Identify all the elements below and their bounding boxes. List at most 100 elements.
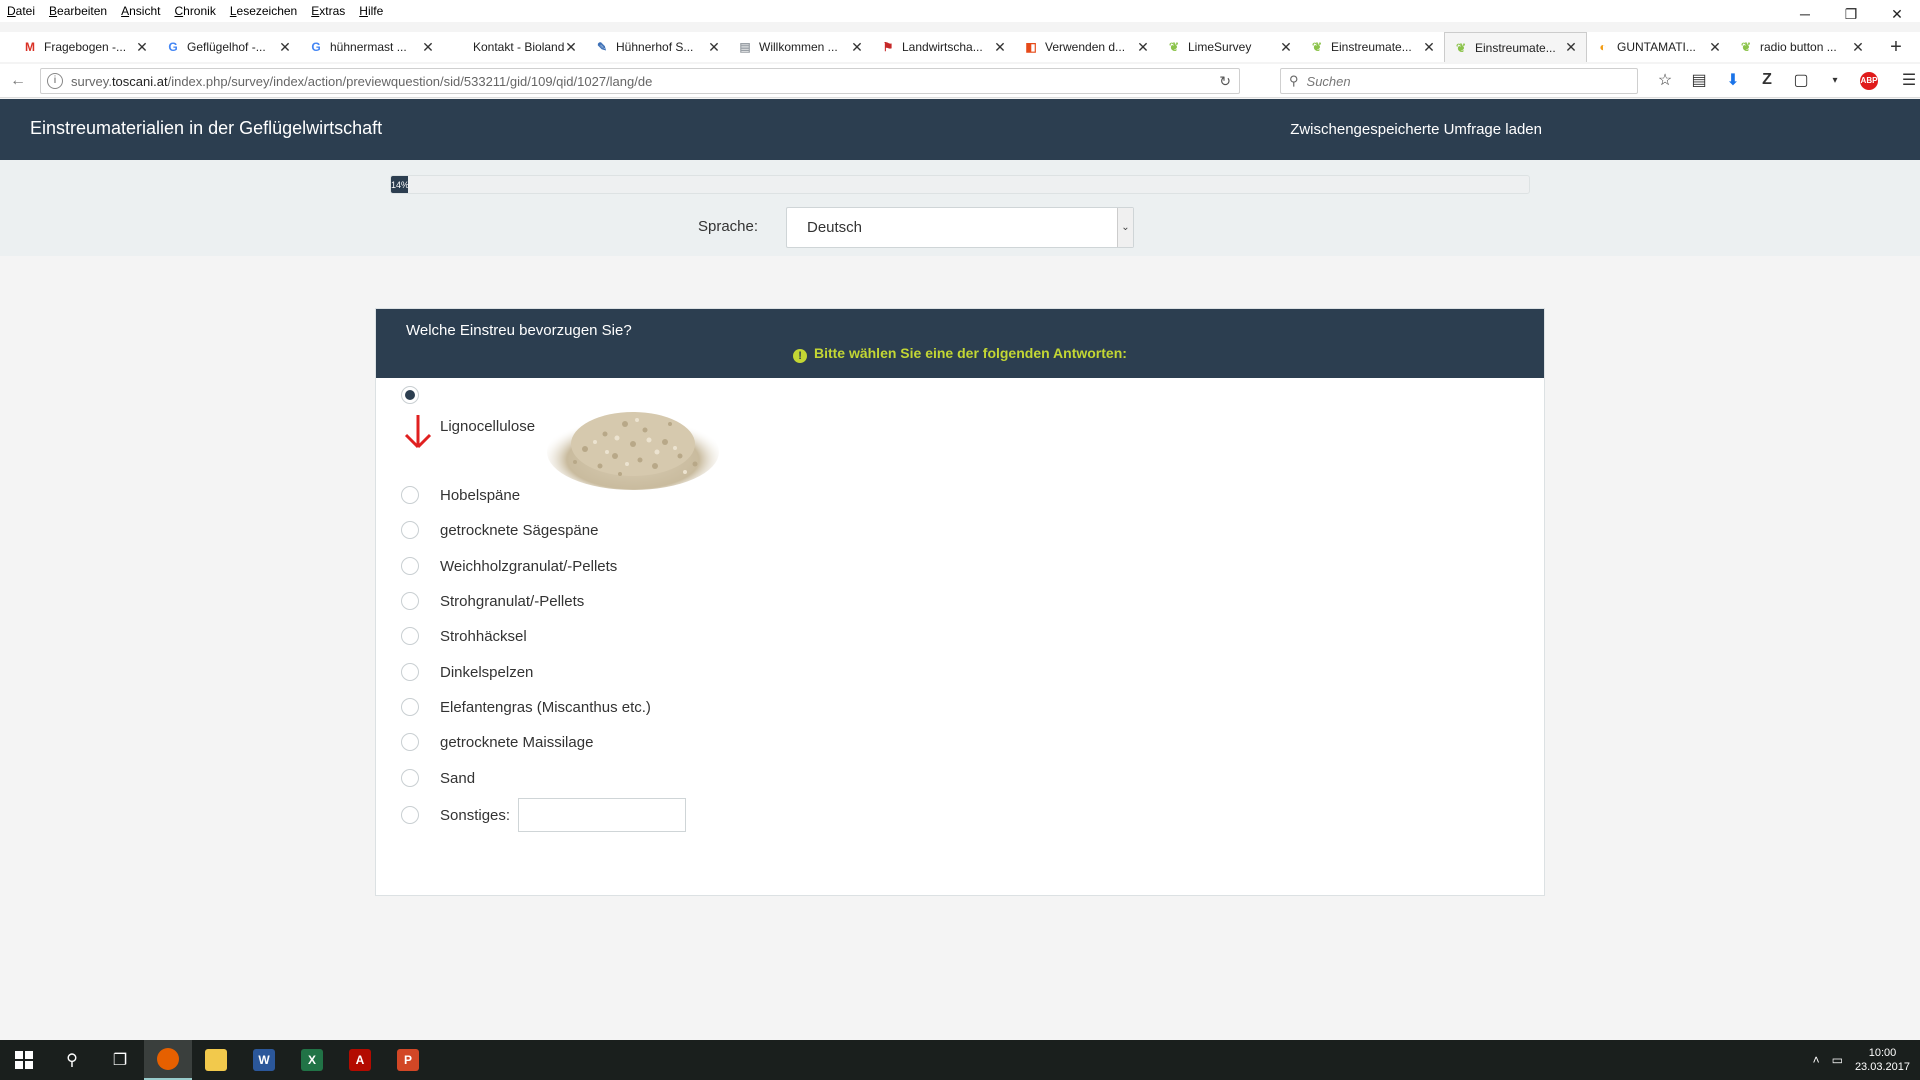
download-icon[interactable]: ⬇	[1716, 70, 1750, 90]
radio-button[interactable]	[401, 557, 419, 575]
answer-option-label[interactable]: Sonstiges:	[440, 807, 510, 824]
clock[interactable]: 10:00 23.03.2017	[1855, 1046, 1910, 1074]
close-tab-icon[interactable]: ✕	[1708, 39, 1722, 56]
browser-tab[interactable]: ◧ Verwenden d... ✕	[1015, 32, 1158, 62]
task-view-icon[interactable]: ❐	[96, 1040, 144, 1080]
close-tab-icon[interactable]: ✕	[707, 39, 721, 56]
load-saved-survey-link[interactable]: Zwischengespeicherte Umfrage laden	[1290, 121, 1542, 138]
hamburger-menu-icon[interactable]: ☰	[1892, 70, 1920, 90]
url-bar[interactable]: i survey. toscani.at/index.php/survey/ind…	[40, 68, 1240, 94]
menu-lesezeichen[interactable]: Lesezeichen	[223, 4, 304, 18]
minimize-icon[interactable]: ─	[1782, 0, 1828, 28]
close-tab-icon[interactable]: ✕	[1136, 39, 1150, 56]
close-tab-icon[interactable]: ✕	[850, 39, 864, 56]
radio-button[interactable]	[401, 733, 419, 751]
browser-tab[interactable]: ✎ Hühnerhof S... ✕	[586, 32, 729, 62]
close-tab-icon[interactable]: ✕	[278, 39, 292, 56]
answer-option-label[interactable]: Dinkelspelzen	[440, 664, 533, 681]
answer-option-label[interactable]: Elefantengras (Miscanthus etc.)	[440, 699, 651, 716]
word-icon[interactable]: W	[240, 1040, 288, 1080]
browser-tab[interactable]: ❦ radio button ... ✕	[1730, 32, 1873, 62]
chevron-down-icon[interactable]: ⌄	[1117, 208, 1133, 247]
answer-option[interactable]: Lignocellulose	[401, 382, 535, 435]
language-select[interactable]: Deutsch ⌄	[786, 207, 1134, 248]
radio-button[interactable]	[401, 486, 419, 504]
excel-icon[interactable]: X	[288, 1040, 336, 1080]
browser-tab[interactable]: Ghühnermast ... ✕	[300, 32, 443, 62]
answer-option[interactable]: getrocknete Maissilage	[401, 729, 593, 755]
menu-bearbeiten[interactable]: Bearbeiten	[42, 4, 114, 18]
close-window-icon[interactable]: ✕	[1874, 0, 1920, 28]
browser-tab[interactable]: ❦ LimeSurvey ✕	[1158, 32, 1301, 62]
answer-option-label[interactable]: getrocknete Sägespäne	[440, 522, 598, 539]
new-tab-icon[interactable]: +	[1881, 32, 1911, 62]
answer-option[interactable]: Hobelspäne	[401, 482, 520, 508]
close-tab-icon[interactable]: ✕	[1279, 39, 1293, 56]
powerpoint-icon[interactable]: P	[384, 1040, 432, 1080]
answer-option[interactable]: Elefantengras (Miscanthus etc.)	[401, 694, 651, 720]
tray-chevron-icon[interactable]: ˄	[1813, 1053, 1820, 1067]
radio-button[interactable]	[401, 769, 419, 787]
acrobat-icon[interactable]: A	[336, 1040, 384, 1080]
answer-option-label[interactable]: Hobelspäne	[440, 487, 520, 504]
radio-button[interactable]	[401, 806, 419, 824]
answer-option-label[interactable]: Weichholzgranulat/-Pellets	[440, 558, 617, 575]
reading-list-icon[interactable]: ▤	[1682, 70, 1716, 90]
browser-tab[interactable]: G Geflügelhof -... ✕	[157, 32, 300, 62]
page-action-icon[interactable]: ▢	[1784, 70, 1818, 90]
battery-icon[interactable]: ▭	[1832, 1053, 1843, 1067]
browser-tab[interactable]: ❦ Einstreumate... ✕	[1444, 32, 1587, 62]
start-windows-icon[interactable]	[0, 1040, 48, 1080]
answer-option-label[interactable]: Strohgranulat/-Pellets	[440, 593, 584, 610]
dropdown-chevron-icon[interactable]: ▾	[1818, 75, 1852, 86]
radio-button[interactable]	[401, 698, 419, 716]
browser-tab[interactable]: ◐ GUNTAMATI... ✕	[1587, 32, 1730, 62]
search-icon[interactable]: ⚲	[48, 1040, 96, 1080]
reload-icon[interactable]: ↻	[1219, 73, 1231, 90]
close-tab-icon[interactable]: ✕	[1564, 39, 1578, 56]
back-arrow-icon[interactable]: ←	[0, 72, 36, 90]
restore-icon[interactable]: ❐	[1828, 0, 1874, 28]
adblock-icon[interactable]: ABP	[1852, 70, 1886, 90]
radio-button[interactable]	[401, 386, 419, 404]
zotero-icon[interactable]: Z	[1750, 71, 1784, 89]
radio-button[interactable]	[401, 521, 419, 539]
browser-tab[interactable]: ⚑ Landwirtscha... ✕	[872, 32, 1015, 62]
close-tab-icon[interactable]: ✕	[135, 39, 149, 56]
browser-tab[interactable]: M Fragebogen -... ✕	[14, 32, 157, 62]
close-tab-icon[interactable]: ✕	[564, 39, 578, 56]
close-tab-icon[interactable]: ✕	[1851, 39, 1865, 56]
browser-tab[interactable]: ▤ Willkommen ... ✕	[729, 32, 872, 62]
file-explorer-icon[interactable]	[192, 1040, 240, 1080]
answer-option[interactable]: Sonstiges:	[401, 798, 687, 832]
question-help-text: Bitte wählen Sie eine der folgenden Antw…	[813, 345, 1127, 361]
close-tab-icon[interactable]: ✕	[993, 39, 1007, 56]
browser-tab[interactable]: Kontakt - Bioland...✕	[443, 32, 586, 62]
radio-button[interactable]	[401, 592, 419, 610]
radio-button[interactable]	[401, 627, 419, 645]
answer-option[interactable]: getrocknete Sägespäne	[401, 517, 598, 543]
answer-option-label[interactable]: Strohhäcksel	[440, 628, 527, 645]
menu-datei[interactable]: Datei	[0, 4, 42, 18]
menu-ansicht[interactable]: Ansicht	[114, 4, 167, 18]
radio-button[interactable]	[401, 663, 419, 681]
answer-option-label[interactable]: Lignocellulose	[440, 418, 535, 435]
search-bar[interactable]: ⚲ Suchen	[1280, 68, 1638, 94]
menu-chronik[interactable]: Chronik	[167, 4, 222, 18]
answer-option[interactable]: Weichholzgranulat/-Pellets	[401, 553, 617, 579]
answer-option[interactable]: Strohgranulat/-Pellets	[401, 588, 584, 614]
firefox-icon[interactable]	[144, 1040, 192, 1080]
browser-tab[interactable]: ❦ Einstreumate... ✕	[1301, 32, 1444, 62]
answer-option[interactable]: Strohhäcksel	[401, 623, 527, 649]
close-tab-icon[interactable]: ✕	[421, 39, 435, 56]
menu-extras[interactable]: Extras	[304, 4, 352, 18]
close-tab-icon[interactable]: ✕	[1422, 39, 1436, 56]
answer-option-label[interactable]: Sand	[440, 770, 475, 787]
answer-option-label[interactable]: getrocknete Maissilage	[440, 734, 593, 751]
menu-hilfe[interactable]: Hilfe	[352, 4, 390, 18]
answer-option[interactable]: Sand	[401, 765, 475, 791]
other-text-input[interactable]	[518, 798, 687, 832]
answer-option[interactable]: Dinkelspelzen	[401, 659, 533, 685]
site-info-icon[interactable]: i	[47, 73, 63, 89]
bookmark-star-icon[interactable]: ☆	[1648, 70, 1682, 90]
